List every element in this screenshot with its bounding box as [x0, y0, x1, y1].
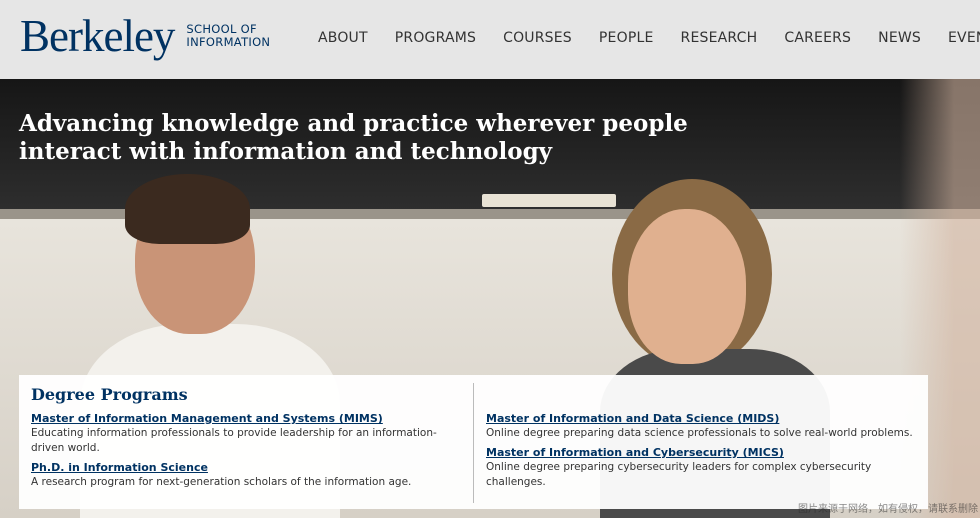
program-link-mids[interactable]: Master of Information and Data Science (… [486, 412, 916, 426]
hero-tagline: Advancing knowledge and practice whereve… [19, 110, 688, 165]
nav-events[interactable]: Events [948, 30, 980, 46]
program-desc-mics: Online degree preparing cybersecurity le… [486, 461, 872, 488]
degree-column-right: Master of Information and Data Science (… [486, 412, 916, 495]
nav-courses[interactable]: Courses [503, 30, 572, 46]
program-desc-phd: A research program for next-generation s… [31, 476, 412, 488]
program-desc-mims: Educating information professionals to p… [31, 427, 437, 454]
nav-news[interactable]: News [878, 30, 921, 46]
nav-about[interactable]: About [318, 30, 368, 46]
program-link-mics[interactable]: Master of Information and Cybersecurity … [486, 446, 916, 460]
degree-programs-heading: Degree Programs [31, 385, 188, 404]
logo-subtitle-line-2: INFORMATION [186, 35, 271, 49]
hero-photo-chalk [482, 194, 616, 207]
hero-photo-student-right-head [628, 209, 746, 364]
nav-people[interactable]: People [599, 30, 654, 46]
nav-careers[interactable]: Careers [784, 30, 851, 46]
program-link-mims[interactable]: Master of Information Management and Sys… [31, 412, 441, 426]
degree-column-left: Master of Information Management and Sys… [31, 412, 441, 495]
program-link-phd[interactable]: Ph.D. in Information Science [31, 461, 441, 475]
site-header: Berkeley SCHOOL OF INFORMATION About Pro… [0, 0, 980, 79]
logo-wordmark: Berkeley [20, 11, 175, 61]
degree-programs-panel: Degree Programs Master of Information Ma… [19, 375, 928, 509]
program-desc-mids: Online degree preparing data science pro… [486, 427, 913, 439]
hero-photo-student-left-hair [125, 174, 250, 244]
nav-programs[interactable]: Programs [395, 30, 476, 46]
hero-banner: Advancing knowledge and practice whereve… [0, 79, 980, 518]
berkeley-logo[interactable]: Berkeley SCHOOL OF INFORMATION [20, 10, 270, 62]
nav-research[interactable]: Research [681, 30, 758, 46]
logo-subtitle: SCHOOL OF INFORMATION [186, 23, 270, 49]
main-nav: About Programs Courses People Research C… [318, 30, 980, 46]
column-divider [473, 383, 474, 503]
image-watermark: 图片来源于网络，如有侵权，请联系删除 [798, 504, 978, 515]
